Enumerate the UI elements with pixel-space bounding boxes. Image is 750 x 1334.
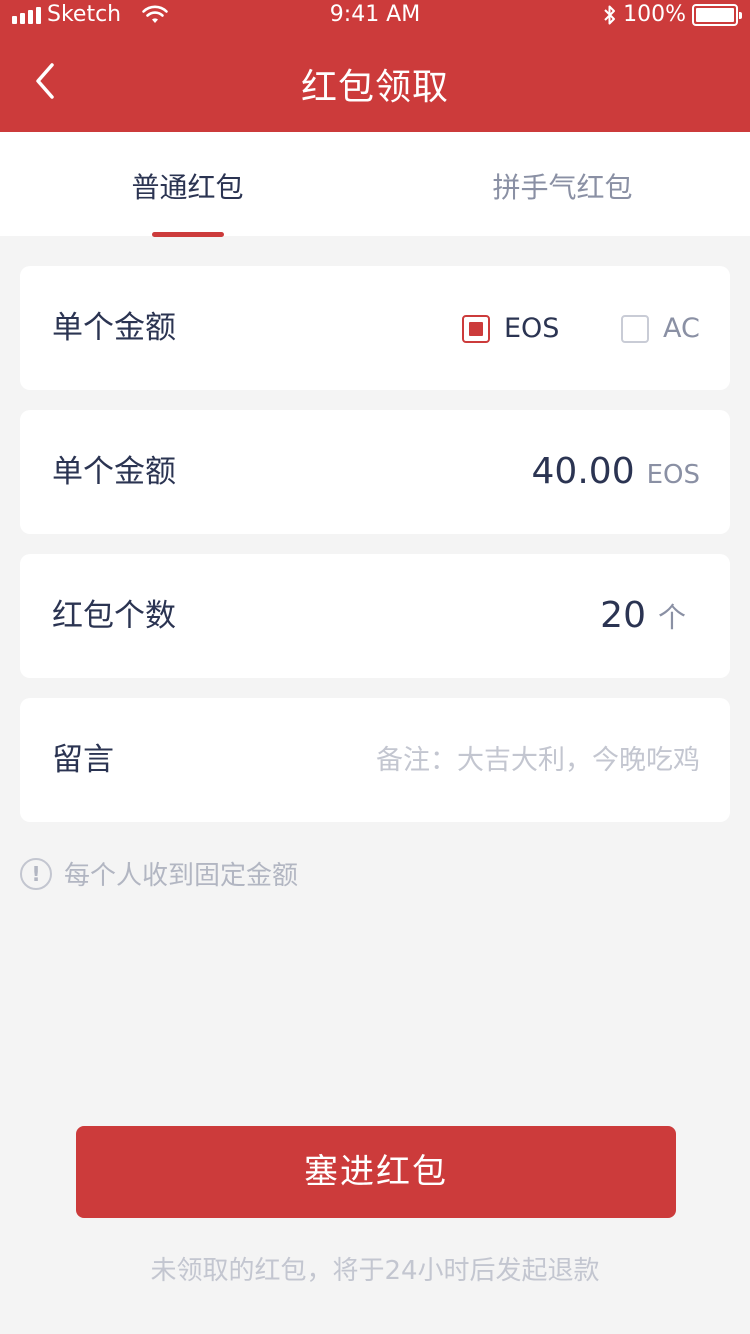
battery-icon <box>692 3 742 26</box>
eos-checkbox[interactable] <box>462 314 490 343</box>
amount-value[interactable]: 40.00 <box>532 410 635 534</box>
currency-card: 单个金额 EOS AC <box>20 266 730 390</box>
refund-note: 未领取的红包，将于24小时后发起退款 <box>150 1256 600 1286</box>
memo-card[interactable]: 留言 <box>20 698 730 822</box>
app-header: Sketch 9:41 AM 100% 红包领取 <box>0 0 750 132</box>
memo-label: 留言 <box>52 742 114 778</box>
tab-bar: 普通红包 拼手气红包 <box>0 132 750 236</box>
memo-input[interactable] <box>320 738 700 782</box>
status-bar: Sketch 9:41 AM 100% <box>0 0 750 30</box>
nav-bar: 红包领取 <box>0 40 750 124</box>
currency-option-ac[interactable]: AC <box>621 313 700 344</box>
ac-checkbox[interactable] <box>621 314 649 343</box>
currency-label: 单个金额 <box>52 310 176 346</box>
tip-text: 每个人收到固定金额 <box>64 861 299 891</box>
battery-level <box>696 7 734 22</box>
exclamation-circle-icon: ! <box>20 857 52 890</box>
amount-card[interactable]: 单个金额 40.00 EOS <box>20 410 730 534</box>
page-title: 红包领取 <box>300 67 449 108</box>
count-label: 红包个数 <box>52 598 176 634</box>
currency-option-eos[interactable]: EOS <box>462 313 559 344</box>
count-value[interactable]: 20 <box>600 554 646 678</box>
active-tab-indicator <box>152 232 224 237</box>
count-unit: 个 <box>657 601 686 634</box>
eos-label: EOS <box>504 313 560 344</box>
tab-lucky-packet[interactable]: 拼手气红包 <box>375 132 750 236</box>
ac-label: AC <box>663 313 700 344</box>
amount-label: 单个金额 <box>52 454 176 490</box>
count-card[interactable]: 红包个数 20 个 <box>20 554 730 678</box>
battery-percent: 100% <box>623 2 686 27</box>
tab-normal-packet[interactable]: 普通红包 <box>0 132 375 236</box>
tip-row: ! 每个人收到固定金额 <box>20 855 298 892</box>
amount-field[interactable]: 40.00 EOS <box>532 410 700 537</box>
status-right: 100% <box>603 2 742 27</box>
submit-packet-button[interactable]: 塞进红包 <box>76 1126 676 1218</box>
bluetooth-icon <box>604 5 616 24</box>
amount-unit: EOS <box>646 460 700 490</box>
count-field[interactable]: 20 个 <box>600 554 686 680</box>
